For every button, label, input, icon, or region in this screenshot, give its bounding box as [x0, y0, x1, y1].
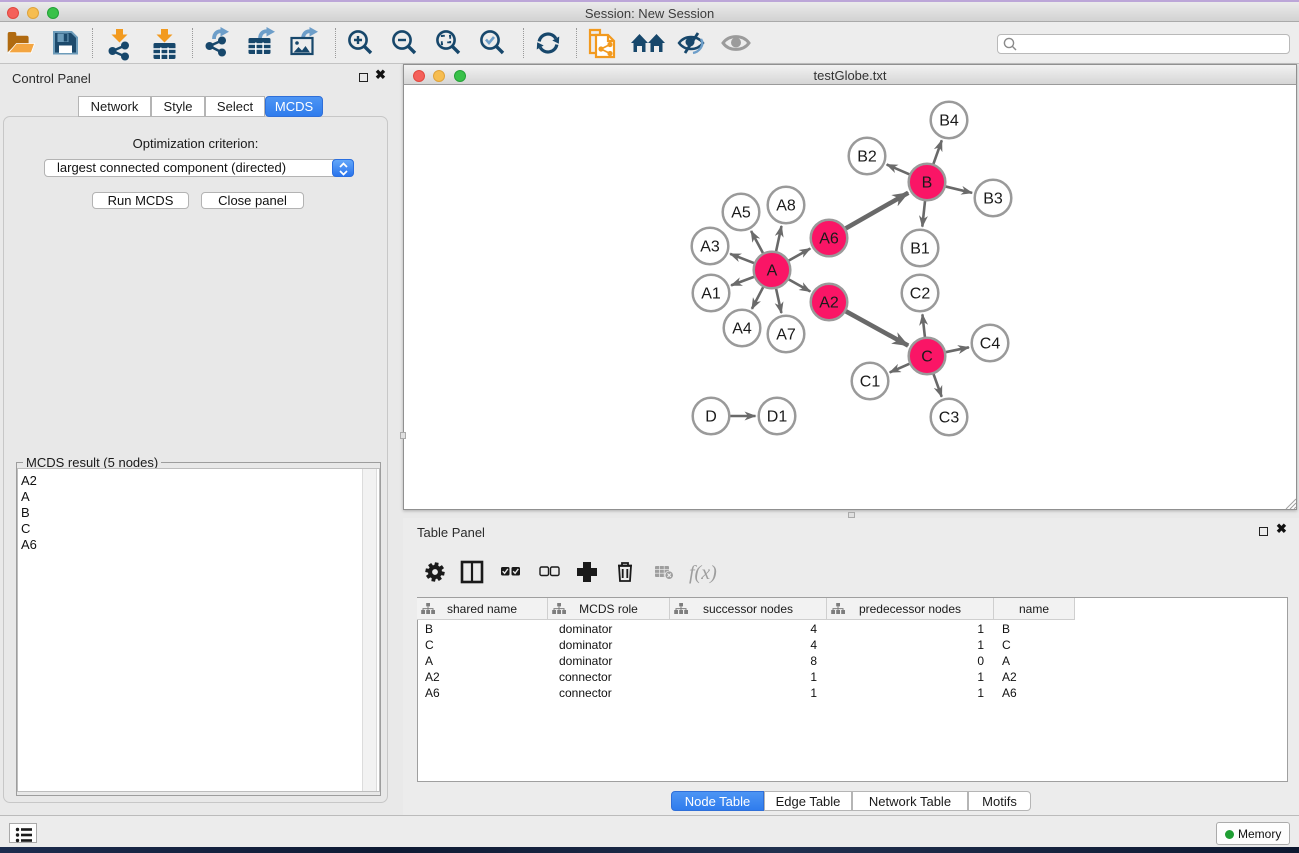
svg-text:D: D	[705, 409, 717, 426]
svg-text:C: C	[921, 349, 933, 366]
svg-text:A1: A1	[701, 286, 721, 303]
svg-text:B3: B3	[983, 191, 1003, 208]
svg-text:A8: A8	[776, 198, 796, 215]
svg-text:D1: D1	[767, 409, 788, 426]
svg-text:B1: B1	[910, 241, 930, 258]
svg-text:B4: B4	[939, 113, 959, 130]
svg-text:A4: A4	[732, 321, 752, 338]
svg-text:B2: B2	[857, 149, 877, 166]
svg-text:C3: C3	[939, 410, 960, 427]
svg-text:A5: A5	[731, 205, 751, 222]
svg-text:C4: C4	[980, 336, 1001, 353]
svg-text:A6: A6	[819, 231, 839, 248]
svg-text:A: A	[767, 263, 778, 280]
svg-text:A2: A2	[819, 295, 839, 312]
svg-text:A3: A3	[700, 239, 720, 256]
svg-text:B: B	[922, 175, 933, 192]
svg-text:C1: C1	[860, 374, 881, 391]
svg-text:A7: A7	[776, 327, 796, 344]
svg-text:f(x): f(x)	[689, 562, 717, 584]
svg-text:C2: C2	[910, 286, 931, 303]
